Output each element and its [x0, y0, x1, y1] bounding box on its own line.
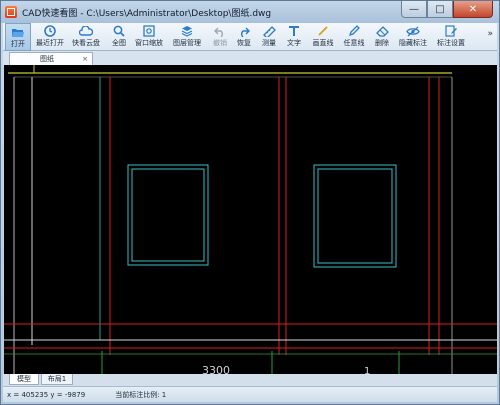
- app-logo-icon: [5, 6, 17, 18]
- window-title: CAD快速看图 - C:\Users\Administrator\Desktop…: [22, 8, 272, 19]
- toolbar-measure-button[interactable]: 测量: [258, 23, 280, 51]
- dimension-label: 3300: [202, 364, 230, 374]
- toolbar-zoom-window-label: 窗口缩放: [135, 39, 163, 47]
- app-window: CAD快速看图 - C:\Users\Administrator\Desktop…: [0, 0, 500, 405]
- eraser-icon: [375, 25, 389, 37]
- annotation-scale: 当前标注比例: 1: [115, 390, 167, 399]
- toolbar-line-label: 画直线: [312, 39, 334, 47]
- main-toolbar: 打开 最近打开 快看云盘 全图 窗口缩放 图层管理 撤销 恢复 测量 文字 画直…: [3, 23, 497, 51]
- window-frame-outer-2: [313, 164, 397, 268]
- drawing-svg: 3300 1: [4, 65, 497, 374]
- coordinate-readout: x = 405235 y = -9879: [7, 390, 86, 399]
- window-frame-inner-1: [131, 168, 205, 262]
- toolbar-cloud-button[interactable]: 快看云盘: [69, 23, 103, 51]
- toolbar-undo-label: 撤销: [213, 39, 227, 47]
- toolbar-line-button[interactable]: 画直线: [309, 23, 337, 51]
- toolbar-freeline-label: 任意线: [343, 39, 365, 47]
- tab-layout1[interactable]: 布局1: [41, 374, 73, 385]
- toolbar-text-button[interactable]: 文字: [283, 23, 305, 51]
- toolbar-text-label: 文字: [287, 39, 301, 47]
- full-view-icon: [112, 25, 126, 37]
- toolbar-layers-label: 图层管理: [173, 39, 201, 47]
- tab-drawing-label: 图纸: [40, 55, 54, 63]
- eye-hide-icon: [406, 25, 420, 37]
- folder-open-icon: [11, 26, 25, 38]
- toolbar-zoom-window-button[interactable]: 窗口缩放: [133, 23, 165, 51]
- window-frame-outer-1: [127, 164, 209, 266]
- toolbar-hide-annotation-button[interactable]: 隐藏标注: [397, 23, 429, 51]
- tab-close-icon[interactable]: ×: [82, 55, 88, 63]
- toolbar-hide-annotation-label: 隐藏标注: [399, 39, 427, 47]
- toolbar-delete-button[interactable]: 删除: [371, 23, 393, 51]
- toolbar-delete-label: 删除: [375, 39, 389, 47]
- toolbar-redo-label: 恢复: [237, 39, 251, 47]
- drawing-canvas[interactable]: 3300 1: [4, 65, 497, 374]
- tab-model[interactable]: 模型: [9, 374, 39, 385]
- toolbar-redo-button[interactable]: 恢复: [233, 23, 255, 51]
- tab-drawing[interactable]: 图纸 ×: [9, 52, 93, 65]
- toolbar-annotation-settings-label: 标注设置: [437, 39, 465, 47]
- toolbar-layers-button[interactable]: 图层管理: [171, 23, 203, 51]
- toolbar-recent-label: 最近打开: [36, 39, 64, 47]
- toolbar-freeline-button[interactable]: 任意线: [341, 23, 367, 51]
- undo-icon: [213, 25, 227, 37]
- clock-icon: [43, 25, 57, 37]
- window-frame-inner-2: [317, 168, 393, 264]
- toolbar-fullview-label: 全图: [112, 39, 126, 47]
- pencil-icon: [347, 25, 361, 37]
- redo-icon: [237, 25, 251, 37]
- layers-icon: [180, 25, 194, 37]
- close-button[interactable]: ✕: [453, 1, 493, 18]
- toolbar-open-label: 打开: [11, 40, 25, 48]
- toolbar-measure-label: 测量: [262, 39, 276, 47]
- toolbar-cloud-label: 快看云盘: [72, 39, 100, 47]
- dimension-label-partial: 1: [364, 366, 370, 374]
- cloud-icon: [79, 25, 93, 37]
- window-controls: — □ ✕: [401, 1, 493, 18]
- document-tab-strip: 图纸 ×: [3, 51, 497, 65]
- measure-icon: [262, 25, 276, 37]
- toolbar-fullview-button[interactable]: 全图: [107, 23, 131, 51]
- minimize-button[interactable]: —: [401, 1, 427, 18]
- annotation-settings-icon: [444, 25, 458, 37]
- status-bar: x = 405235 y = -9879 当前标注比例: 1: [3, 386, 497, 402]
- layout-tab-strip: 模型 布局1: [3, 374, 497, 386]
- title-bar[interactable]: CAD快速看图 - C:\Users\Administrator\Desktop…: [1, 1, 499, 23]
- toolbar-annotation-settings-button[interactable]: 标注设置: [435, 23, 467, 51]
- line-icon: [316, 25, 330, 37]
- toolbar-open-button[interactable]: 打开: [5, 23, 31, 51]
- text-icon: [287, 25, 301, 37]
- maximize-button[interactable]: □: [427, 1, 453, 18]
- toolbar-overflow-button[interactable]: »: [487, 29, 493, 39]
- zoom-window-icon: [142, 25, 156, 37]
- toolbar-recent-button[interactable]: 最近打开: [33, 23, 67, 51]
- toolbar-undo-button[interactable]: 撤销: [209, 23, 231, 51]
